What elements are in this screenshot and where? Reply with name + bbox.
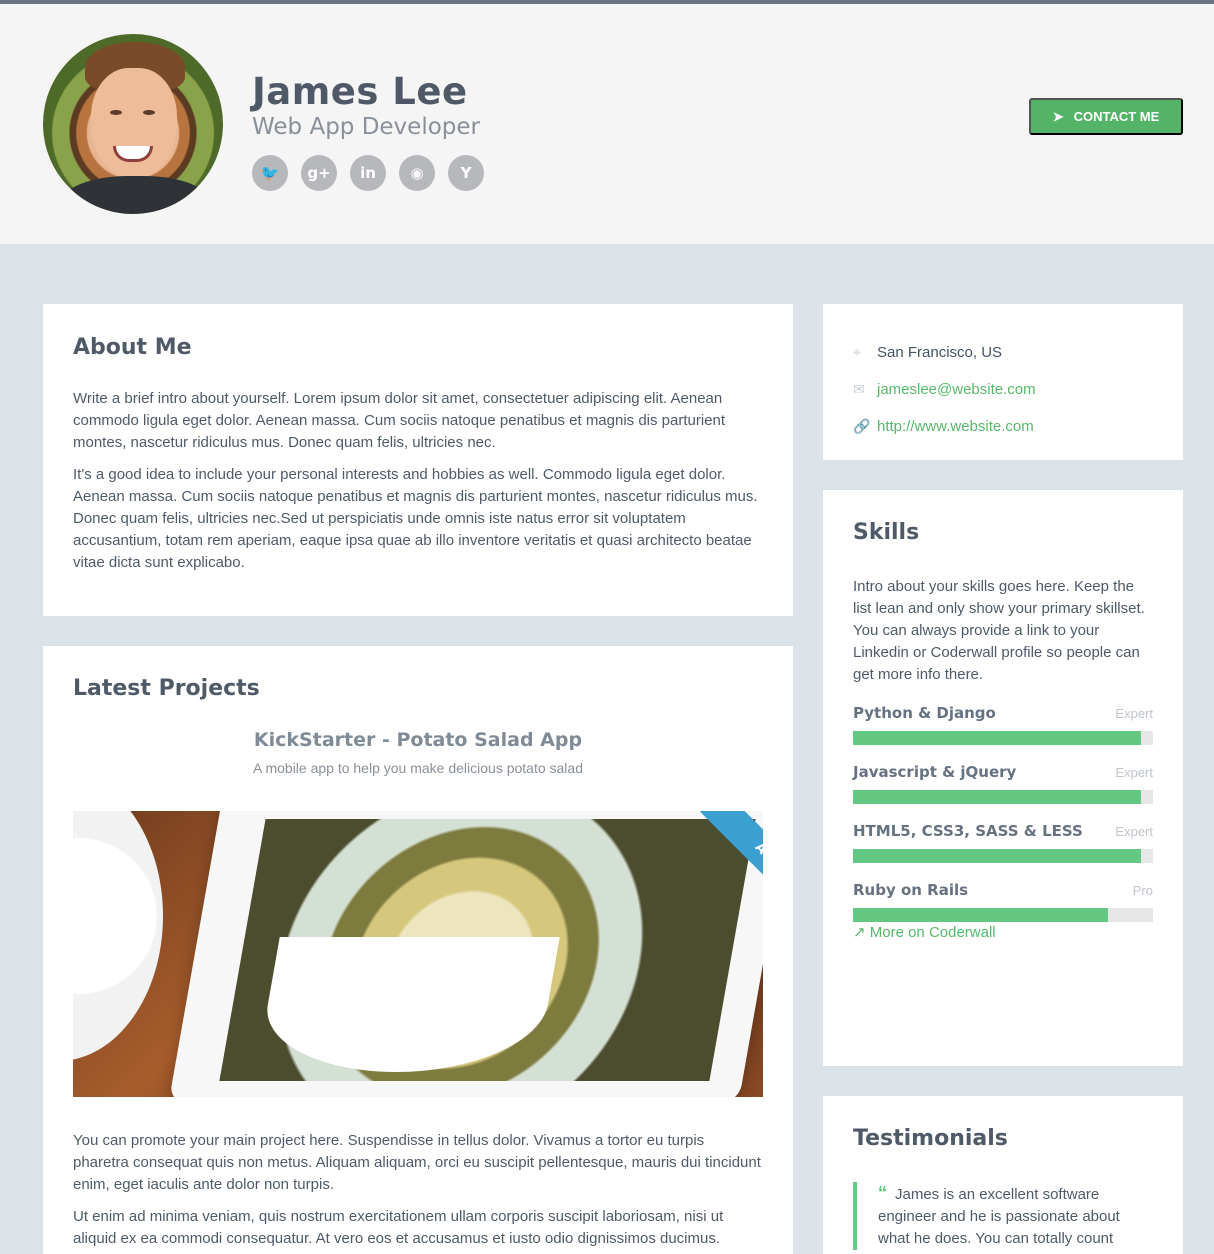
skill-level: Pro [1132, 883, 1153, 898]
skill-name: Python & Django [853, 704, 996, 722]
skill-progress-bar [853, 731, 1153, 745]
testimonials-panel: Testimonials “James is an excellent soft… [823, 1096, 1183, 1254]
website-link[interactable]: http://www.website.com [877, 418, 1034, 435]
about-paragraph: Write a brief intro about yourself. Lore… [73, 390, 726, 451]
envelope-icon: ✉ [853, 381, 865, 397]
skills-heading: Skills [853, 520, 920, 545]
skill-name: HTML5, CSS3, SASS & LESS [853, 822, 1083, 840]
skill-level: Expert [1115, 824, 1153, 839]
skill-progress-fill [853, 731, 1141, 745]
projects-section: Latest Projects KickStarter - Potato Sal… [43, 646, 793, 1254]
coderwall-label: More on Coderwall [869, 924, 996, 941]
contact-info-panel: ⌖ San Francisco, US ✉ jameslee@website.c… [823, 304, 1183, 460]
skill-level: Expert [1115, 765, 1153, 780]
profile-name: James Lee [252, 70, 468, 113]
testimonial-quote: “James is an excellent software engineer… [853, 1182, 1153, 1250]
skill-progress-bar [853, 849, 1153, 863]
profile-title: Web App Developer [252, 114, 480, 140]
potato-salad-image [219, 819, 756, 1081]
project-description: A mobile app to help you make delicious … [253, 760, 583, 776]
skill-name: Javascript & jQuery [853, 763, 1017, 781]
hacker-news-icon[interactable]: Y [448, 155, 484, 191]
skill-progress-fill [853, 908, 1108, 922]
external-link-icon: ↗ [853, 924, 866, 941]
website-row: 🔗 http://www.website.com [853, 408, 1153, 445]
testimonials-heading: Testimonials [853, 1126, 1008, 1151]
skill-item: Ruby on Rails Pro [853, 881, 1153, 922]
avatar [43, 34, 223, 214]
project-text: You can promote your main project here. … [73, 1130, 763, 1254]
twitter-icon[interactable]: 🐦 [252, 155, 288, 191]
skill-progress-bar [853, 908, 1153, 922]
skill-progress-bar [853, 790, 1153, 804]
profile-header: James Lee Web App Developer 🐦 g+ in ◉ Y … [0, 4, 1214, 244]
skill-level: Expert [1115, 706, 1153, 721]
linkedin-icon[interactable]: in [350, 155, 386, 191]
skill-progress-fill [853, 849, 1141, 863]
project-paragraph: Ut enim ad minima veniam, quis nostrum e… [73, 1208, 724, 1247]
email-link[interactable]: jameslee@website.com [877, 381, 1036, 398]
about-paragraph: It's a good idea to include your persona… [73, 466, 758, 571]
project-paragraph: You can promote your main project here. … [73, 1132, 761, 1193]
location-text: San Francisco, US [877, 344, 1003, 361]
skill-item: HTML5, CSS3, SASS & LESS Expert [853, 822, 1153, 863]
about-section: About Me Write a brief intro about yours… [43, 304, 793, 616]
contact-me-label: CONTACT ME [1073, 109, 1160, 124]
about-heading: About Me [73, 335, 192, 360]
github-icon[interactable]: ◉ [399, 155, 435, 191]
social-links: 🐦 g+ in ◉ Y [252, 155, 484, 191]
food-plate-image [73, 811, 163, 1061]
skill-name: Ruby on Rails [853, 881, 969, 899]
project-image[interactable]: APP [73, 811, 763, 1097]
location-row: ⌖ San Francisco, US [853, 334, 1153, 371]
skill-item: Javascript & jQuery Expert [853, 763, 1153, 804]
skills-intro: Intro about your skills goes here. Keep … [853, 578, 1145, 683]
contact-me-button[interactable]: ➤ CONTACT ME [1029, 98, 1183, 135]
testimonial-text: James is an excellent software engineer … [878, 1186, 1120, 1247]
projects-heading: Latest Projects [73, 676, 260, 701]
coderwall-link[interactable]: ↗ More on Coderwall [853, 924, 996, 941]
project-title-link[interactable]: KickStarter - Potato Salad App [73, 729, 763, 751]
skill-item: Python & Django Expert [853, 704, 1153, 745]
skills-panel: Skills Intro about your skills goes here… [823, 490, 1183, 1066]
email-row: ✉ jameslee@website.com [853, 371, 1153, 408]
map-marker-icon: ⌖ [853, 344, 861, 360]
quote-icon: “ [878, 1183, 887, 1203]
google-plus-icon[interactable]: g+ [301, 155, 337, 191]
paper-plane-icon: ➤ [1052, 108, 1064, 124]
skill-progress-fill [853, 790, 1141, 804]
tablet-image [168, 811, 763, 1097]
link-icon: 🔗 [853, 418, 871, 434]
